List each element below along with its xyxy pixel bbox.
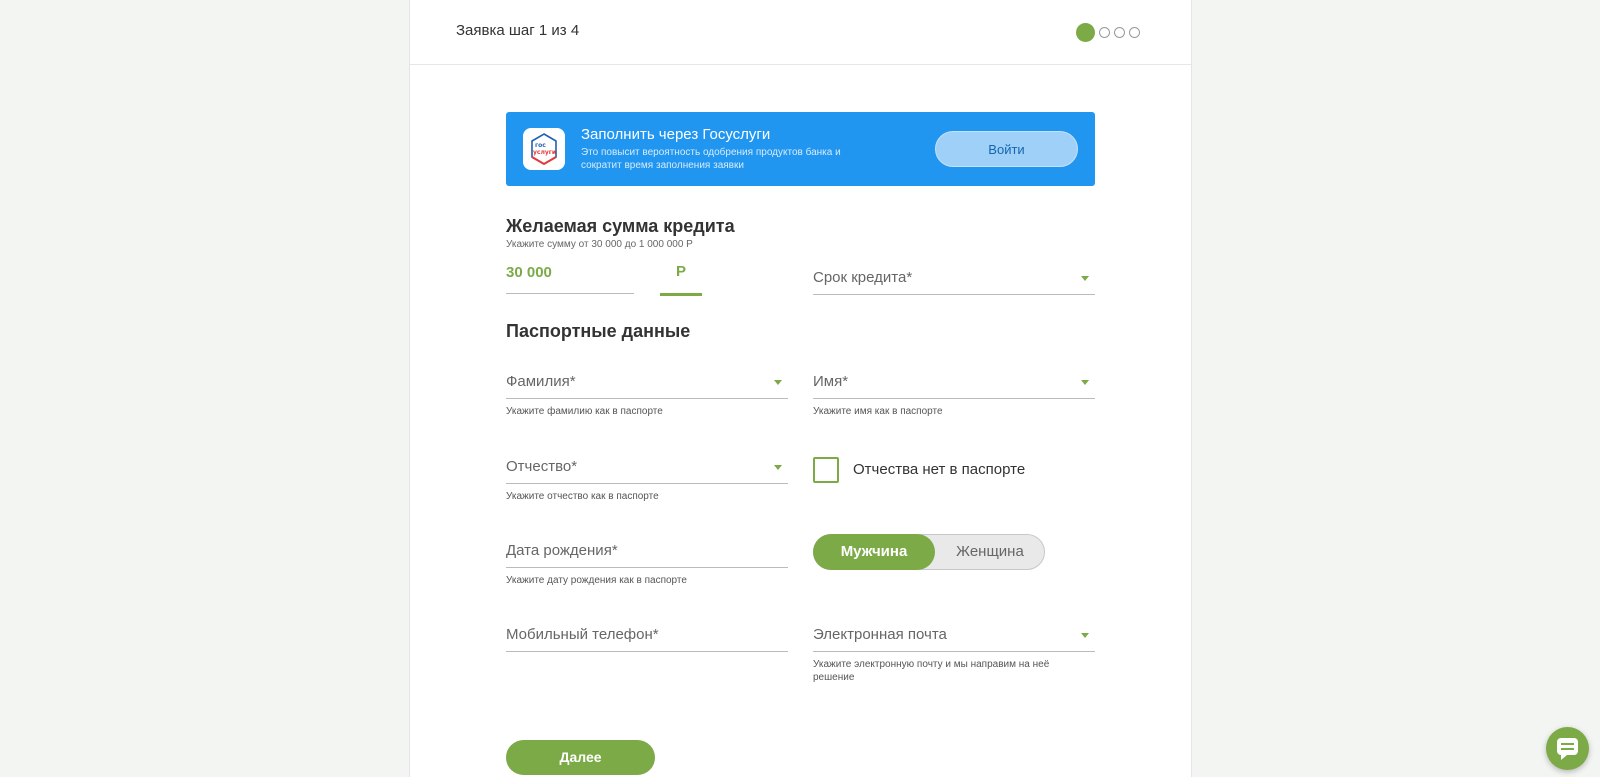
currency-tab-rub[interactable]: Р [660, 262, 702, 296]
birthdate-field[interactable]: Дата рождения* [506, 535, 788, 568]
credit-term-label: Срок кредита* [813, 269, 913, 286]
email-hint: Укажите электронную почту и мы направим … [813, 659, 1050, 683]
gosuslugi-login-button[interactable]: Войти [935, 131, 1078, 167]
chat-icon [1557, 738, 1578, 760]
birthdate-label: Дата рождения* [506, 542, 618, 559]
chevron-down-icon [774, 465, 782, 470]
gender-male-option[interactable]: Мужчина [813, 534, 935, 570]
step-dot-3 [1114, 26, 1125, 38]
next-button[interactable]: Далее [506, 740, 655, 775]
email-label: Электронная почта [813, 626, 947, 643]
credit-amount-input[interactable]: 30 000 [506, 264, 552, 281]
patronymic-field[interactable]: Отчество* [506, 451, 788, 484]
step-dot-2 [1099, 26, 1110, 38]
chevron-down-icon [1081, 276, 1089, 281]
surname-label: Фамилия* [506, 373, 576, 390]
chevron-down-icon [1081, 380, 1089, 385]
credit-term-select[interactable]: Срок кредита* [813, 262, 1095, 295]
name-label: Имя* [813, 373, 849, 390]
gosuslugi-description: Это повысит вероятность одобрения продук… [581, 147, 841, 171]
birthdate-hint: Укажите дату рождения как в паспорте [506, 575, 687, 586]
svg-text:услуги: услуги [533, 149, 556, 156]
gender-female-option[interactable]: Женщина [935, 534, 1045, 570]
gender-toggle: Мужчина Женщина [813, 534, 1045, 570]
step-title: Заявка шаг 1 из 4 [456, 22, 580, 39]
step-dot-1 [1076, 22, 1095, 42]
no-patronymic-label[interactable]: Отчества нет в паспорте [853, 461, 1025, 478]
application-card: Заявка шаг 1 из 4 гос услуги Заполнить ч… [409, 0, 1192, 777]
email-field[interactable]: Электронная почта [813, 619, 1095, 652]
phone-label: Мобильный телефон* [506, 626, 659, 643]
credit-amount-title: Желаемая сумма кредита [506, 216, 735, 236]
gosuslugi-logo-icon: гос услуги [531, 133, 557, 166]
patronymic-hint: Укажите отчество как в паспорте [506, 491, 659, 502]
chat-button[interactable] [1546, 727, 1589, 770]
step-header: Заявка шаг 1 из 4 [410, 0, 1191, 65]
name-field[interactable]: Имя* [813, 366, 1095, 399]
credit-amount-hint: Укажите сумму от 30 000 до 1 000 000 Р [506, 239, 693, 250]
chevron-down-icon [774, 380, 782, 385]
credit-amount-underline [506, 293, 634, 294]
step-indicator [1076, 22, 1140, 42]
patronymic-label: Отчество* [506, 458, 578, 475]
step-dot-4 [1129, 26, 1140, 38]
no-patronymic-checkbox[interactable] [813, 457, 839, 483]
gosuslugi-title: Заполнить через Госуслуги [581, 126, 771, 143]
passport-section-title: Паспортные данные [506, 321, 691, 341]
name-hint: Укажите имя как в паспорте [813, 406, 943, 417]
gosuslugi-banner: гос услуги Заполнить через Госуслуги Это… [506, 112, 1095, 186]
surname-field[interactable]: Фамилия* [506, 366, 788, 399]
svg-text:гос: гос [535, 142, 546, 149]
phone-field[interactable]: Мобильный телефон* [506, 619, 788, 652]
gosuslugi-logo: гос услуги [523, 128, 565, 170]
chevron-down-icon [1081, 633, 1089, 638]
surname-hint: Укажите фамилию как в паспорте [506, 406, 663, 417]
